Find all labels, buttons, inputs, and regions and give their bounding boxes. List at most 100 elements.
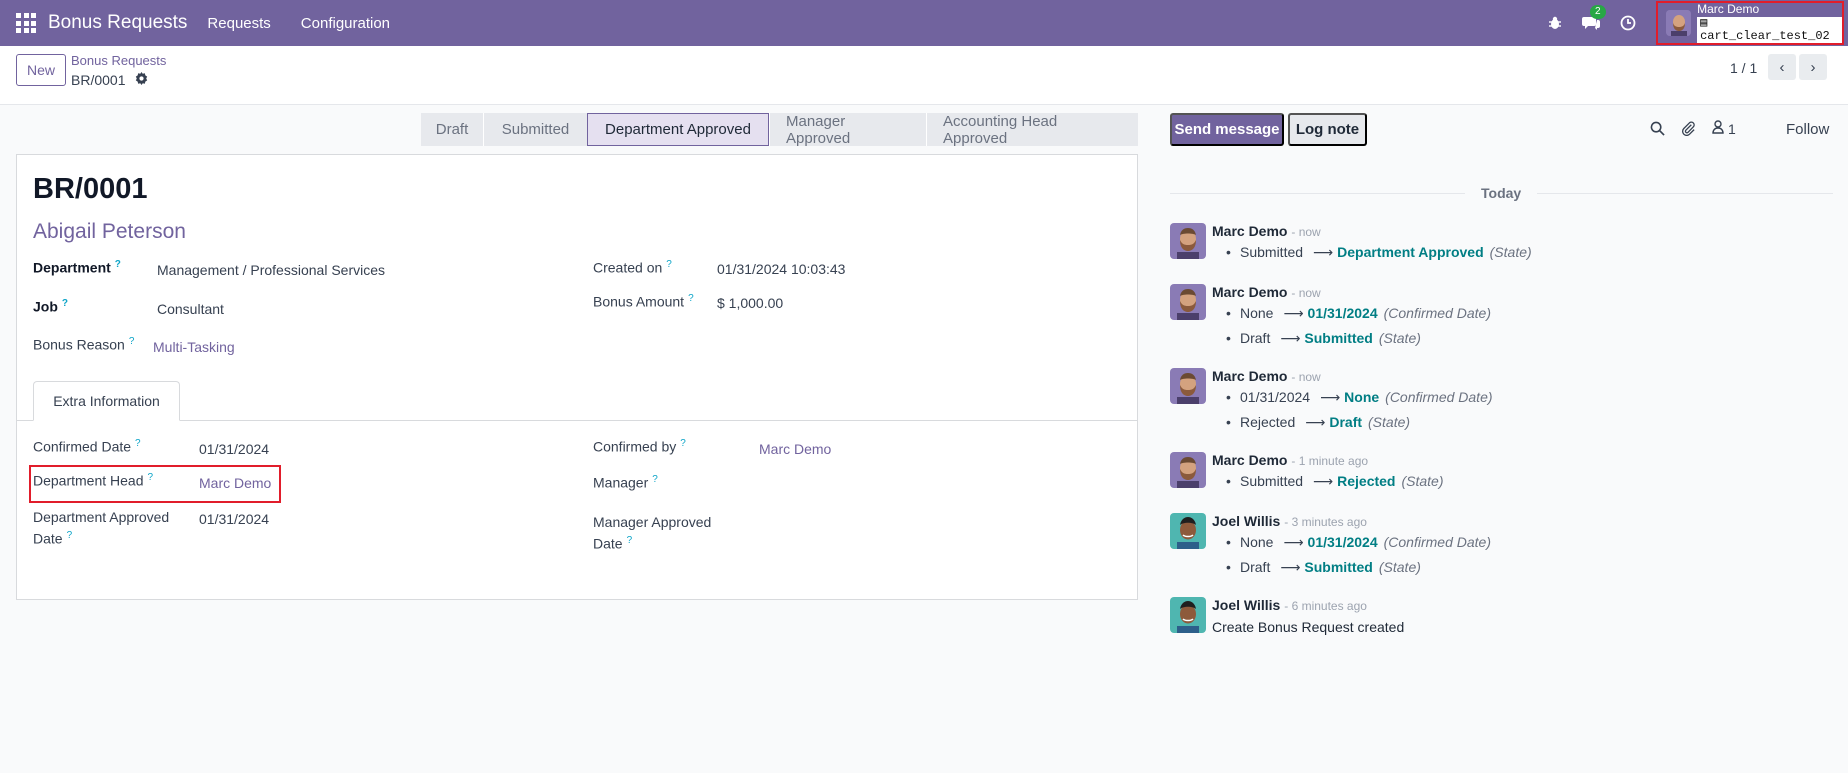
activity-clock-icon[interactable] <box>1620 15 1636 31</box>
message-author[interactable]: Joel Willis <box>1212 597 1280 613</box>
pager-value[interactable]: 1 / 1 <box>1730 60 1757 76</box>
confirmed-by-value[interactable]: Marc Demo <box>759 441 831 457</box>
help-tooltip-icon[interactable]: ? <box>652 474 658 485</box>
breadcrumb-current: BR/0001 <box>71 72 148 88</box>
gear-icon[interactable] <box>135 72 148 88</box>
chevron-right-icon: › <box>1810 58 1816 76</box>
avatar[interactable] <box>1170 452 1206 488</box>
messages-badge: 2 <box>1590 5 1606 19</box>
new-value: Draft <box>1329 414 1363 430</box>
job-value[interactable]: Consultant <box>157 301 224 317</box>
old-value: Submitted <box>1240 473 1304 489</box>
new-value: 01/31/2024 <box>1307 534 1378 550</box>
database-name: ▤ cart_clear_test_02 <box>1697 17 1842 43</box>
chatter-tools: 1 <box>1650 120 1752 137</box>
menu-configuration[interactable]: Configuration <box>301 15 390 32</box>
old-value: Rejected <box>1240 414 1296 430</box>
send-message-button[interactable]: Send message <box>1170 113 1284 146</box>
user-name: Marc Demo <box>1697 2 1760 16</box>
stage-manager-approved[interactable]: Manager Approved <box>769 113 926 147</box>
search-icon[interactable] <box>1650 121 1665 136</box>
help-tooltip-icon[interactable]: ? <box>67 530 73 541</box>
field-name: (State) <box>1489 244 1532 260</box>
avatar[interactable] <box>1170 513 1206 549</box>
message-author[interactable]: Marc Demo <box>1212 452 1287 468</box>
created-on-value: 01/31/2024 10:03:43 <box>717 261 846 277</box>
avatar[interactable] <box>1170 223 1206 259</box>
log-note-button[interactable]: Log note <box>1288 113 1367 146</box>
messages-icon[interactable]: 2 <box>1582 5 1606 31</box>
help-tooltip-icon[interactable]: ? <box>135 438 141 449</box>
department-head-label: Department Head? <box>33 472 153 489</box>
follow-button[interactable]: Follow <box>1786 121 1829 138</box>
old-value: None <box>1240 305 1274 321</box>
job-label: Job? <box>33 298 68 315</box>
apps-grid-icon[interactable] <box>16 13 36 33</box>
department-approved-date-value[interactable]: 01/31/2024 <box>199 511 269 527</box>
followers-button[interactable]: 1 <box>1712 120 1736 137</box>
manager-approved-date-label-2: Date? <box>593 535 632 552</box>
field-name: (Confirmed Date) <box>1383 305 1491 321</box>
message-author[interactable]: Marc Demo <box>1212 368 1287 384</box>
tracking-change: Submitted ⟶Rejected (State) <box>1226 473 1444 490</box>
tab-extra-information[interactable]: Extra Information <box>33 381 180 421</box>
message-time: - now <box>1291 286 1321 300</box>
employee-name[interactable]: Abigail Peterson <box>33 220 186 244</box>
field-name: (State) <box>1368 414 1411 430</box>
message-author[interactable]: Marc Demo <box>1212 284 1287 300</box>
help-tooltip-icon[interactable]: ? <box>627 535 633 546</box>
old-value: Draft <box>1240 559 1271 575</box>
stage-department-approved[interactable]: Department Approved <box>587 113 769 146</box>
message-author[interactable]: Marc Demo <box>1212 223 1287 239</box>
tracking-change: Draft ⟶Submitted (State) <box>1226 559 1421 576</box>
avatar[interactable] <box>1170 597 1206 633</box>
app-brand[interactable]: Bonus Requests <box>48 12 187 34</box>
department-head-value[interactable]: Marc Demo <box>199 475 271 491</box>
user-menu[interactable]: Marc Demo ▤ cart_clear_test_02 <box>1656 1 1844 45</box>
bonus-reason-value[interactable]: Multi-Tasking <box>153 339 235 355</box>
field-name: (State) <box>1401 473 1444 489</box>
debug-bug-icon[interactable] <box>1548 16 1562 30</box>
pager-previous-button[interactable]: ‹ <box>1768 54 1796 80</box>
field-name: (Confirmed Date) <box>1383 534 1491 550</box>
form-sheet: BR/0001 Abigail Peterson Department? Man… <box>16 154 1138 600</box>
help-tooltip-icon[interactable]: ? <box>680 438 686 449</box>
paperclip-icon[interactable] <box>1681 121 1696 136</box>
breadcrumb-parent[interactable]: Bonus Requests <box>71 53 166 68</box>
new-value: Department Approved <box>1337 244 1484 260</box>
help-tooltip-icon[interactable]: ? <box>148 472 154 483</box>
confirmed-date-label: Confirmed Date? <box>33 438 141 455</box>
tracking-change: Draft ⟶Submitted (State) <box>1226 330 1421 347</box>
arrow-right-icon: ⟶ <box>1280 330 1301 346</box>
help-tooltip-icon[interactable]: ? <box>129 336 135 347</box>
message-author[interactable]: Joel Willis <box>1212 513 1280 529</box>
control-panel: New Bonus Requests BR/0001 1 / 1 ‹ › <box>0 46 1848 105</box>
department-value[interactable]: Management / Professional Services <box>157 262 385 278</box>
new-button[interactable]: New <box>16 54 66 86</box>
help-tooltip-icon[interactable]: ? <box>62 298 68 309</box>
user-avatar <box>1666 10 1692 36</box>
database-icon: ▤ <box>1700 16 1708 30</box>
bonus-amount-value[interactable]: $ 1,000.00 <box>717 295 783 311</box>
confirmed-date-value[interactable]: 01/31/2024 <box>199 441 269 457</box>
manager-approved-date-label: Manager Approved <box>593 514 711 530</box>
stage-accounting-head-approved[interactable]: Accounting Head Approved <box>926 113 1138 147</box>
bonus-amount-label-text: Bonus Amount <box>593 293 685 310</box>
avatar[interactable] <box>1170 368 1206 404</box>
date-separator: Today <box>1465 185 1538 201</box>
help-tooltip-icon[interactable]: ? <box>115 259 121 270</box>
pager-next-button[interactable]: › <box>1799 54 1827 80</box>
menu-requests[interactable]: Requests <box>207 15 270 32</box>
message-time: - 3 minutes ago <box>1284 515 1367 529</box>
help-tooltip-icon[interactable]: ? <box>666 259 672 270</box>
tab-divider <box>17 420 1137 421</box>
stage-draft[interactable]: Draft <box>421 113 483 146</box>
department-approved-date-label: Department Approved <box>33 509 169 525</box>
manager-approved-date-value[interactable] <box>759 517 999 535</box>
stage-submitted[interactable]: Submitted <box>483 113 587 146</box>
help-tooltip-icon[interactable]: ? <box>688 293 694 304</box>
followers-count: 1 <box>1728 120 1736 137</box>
message-body: Create Bonus Request created <box>1212 619 1405 635</box>
avatar[interactable] <box>1170 284 1206 320</box>
manager-value[interactable] <box>759 475 999 493</box>
